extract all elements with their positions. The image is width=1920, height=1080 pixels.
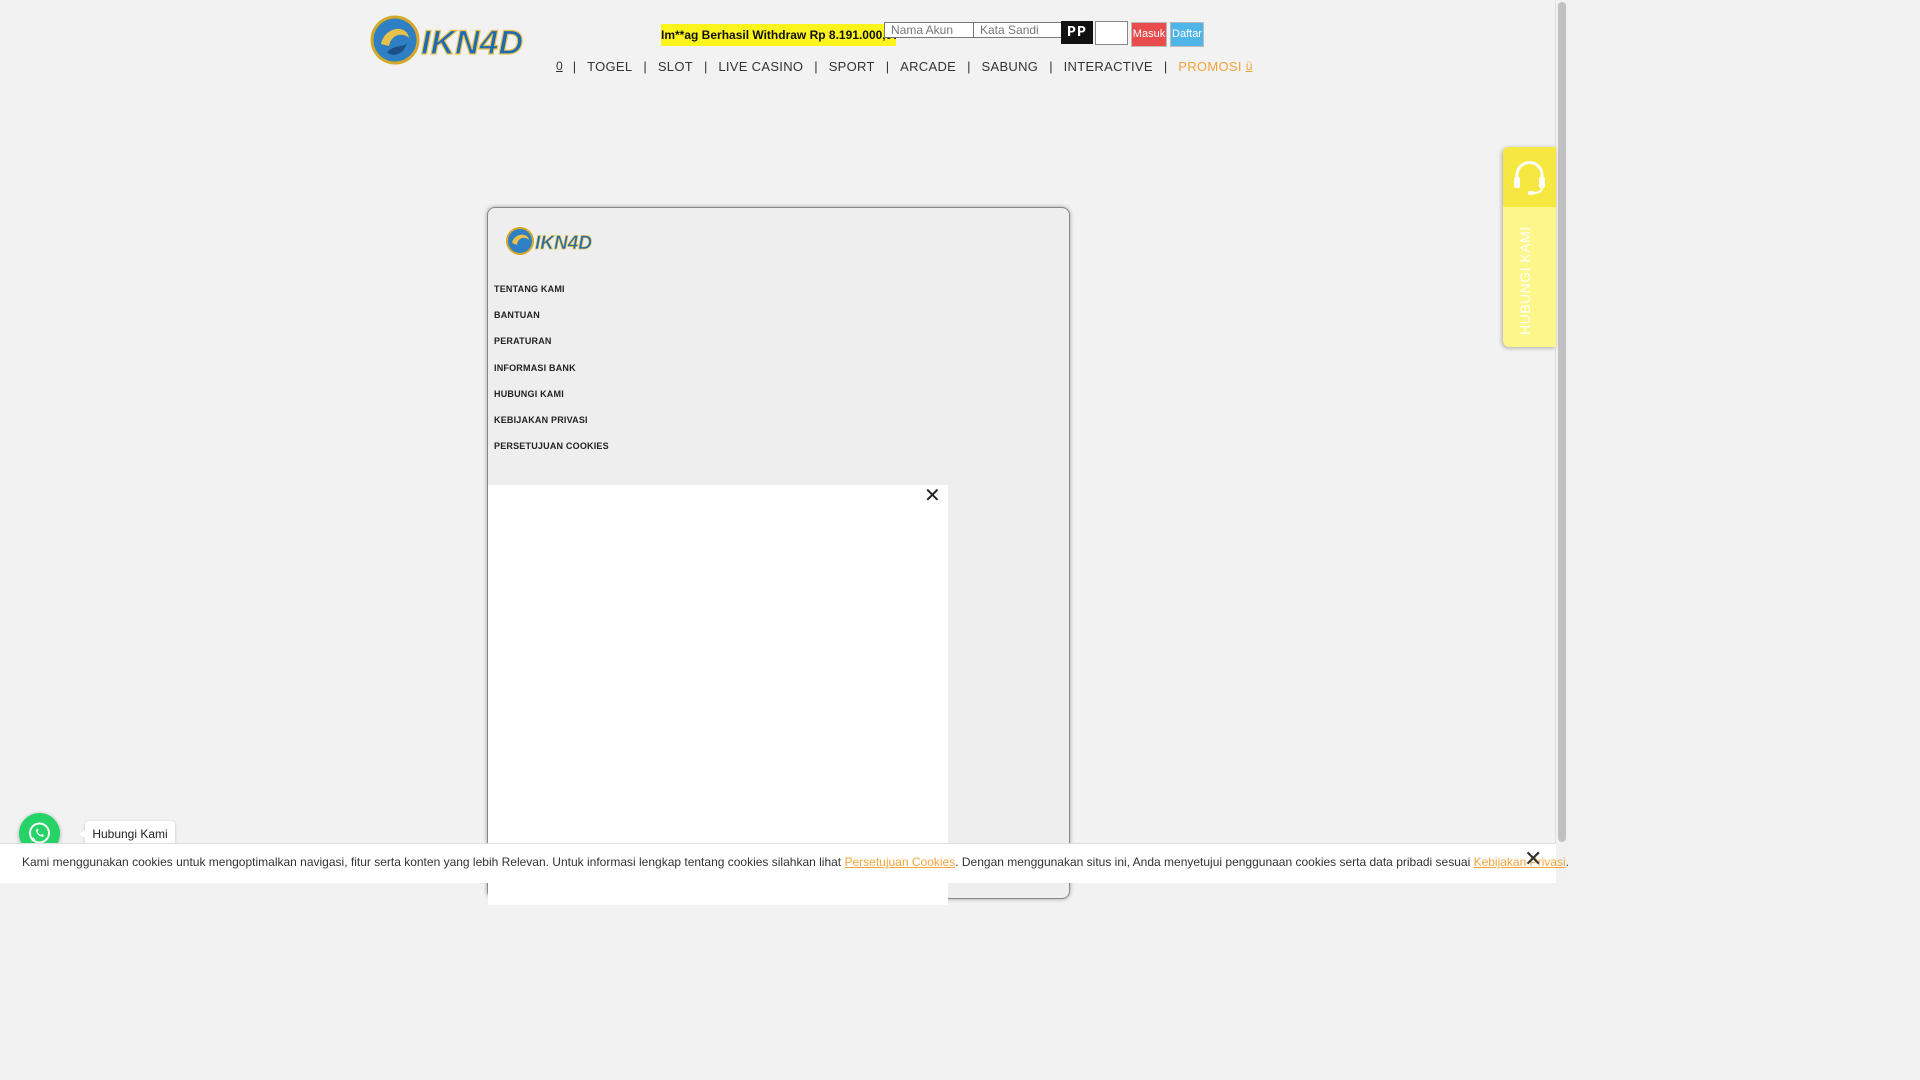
nav-item-arcade[interactable]: ARCADE [889, 59, 967, 74]
cookie-text: . [1565, 855, 1569, 869]
main-nav: 0 | TOGEL | SLOT | LIVE CASINO | SPORT |… [552, 56, 1252, 76]
cookie-text: Kami menggunakan cookies untuk mengoptim… [22, 855, 845, 869]
captcha-input[interactable] [1095, 21, 1128, 45]
panel-menu: TENTANG KAMI BANTUAN PERATURAN INFORMASI… [494, 282, 609, 465]
panel-logo-text: IKN4D [535, 233, 592, 254]
cookie-text: . Dengan menggunakan situs ini, Anda men… [955, 855, 1474, 869]
menu-item-informasi-bank[interactable]: INFORMASI BANK [494, 361, 609, 387]
contact-widget-header [1503, 147, 1556, 207]
cookie-close-icon[interactable]: ✕ [1524, 846, 1542, 872]
scrollbar[interactable] [1555, 0, 1568, 882]
nav-item-togel[interactable]: TOGEL [576, 59, 643, 74]
close-icon[interactable]: ✕ [924, 486, 941, 506]
scrollbar-thumb[interactable] [1558, 2, 1566, 842]
menu-item-tentang-kami[interactable]: TENTANG KAMI [494, 282, 609, 308]
menu-item-bantuan[interactable]: BANTUAN [494, 308, 609, 334]
contact-widget-label: HUBUNGI KAMI [1517, 226, 1533, 335]
nav-item-interactive[interactable]: INTERACTIVE [1053, 59, 1164, 74]
menu-item-peraturan[interactable]: PERATURAN [494, 334, 609, 360]
nav-item-slot[interactable]: SLOT [647, 59, 704, 74]
logo-text: IKN4D [421, 24, 523, 62]
site-logo[interactable]: IKN4D [369, 14, 544, 66]
headset-icon [1514, 161, 1545, 195]
captcha-image: PP [1061, 21, 1093, 44]
login-button[interactable]: Masuk [1131, 22, 1167, 47]
cookie-message: Kami menggunakan cookies untuk mengoptim… [22, 855, 1569, 869]
nav-item-promosi[interactable]: PROMOSI [1167, 59, 1246, 74]
promo-icon[interactable]: ü [1246, 59, 1253, 73]
cookie-bar: Kami menggunakan cookies untuk mengoptim… [0, 843, 1569, 883]
cookie-consent-link[interactable]: Persetujuan Cookies [844, 855, 955, 869]
menu-item-persetujuan-cookies[interactable]: PERSETUJUAN COOKIES [494, 439, 609, 465]
withdraw-ticker: Im**ag Berhasil Withdraw Rp 8.191.000,00 [661, 24, 896, 46]
register-button[interactable]: Daftar [1170, 22, 1204, 47]
menu-item-kebijakan-privasi[interactable]: KEBIJAKAN PRIVASI [494, 413, 609, 439]
content-frame [488, 485, 948, 905]
privacy-policy-link[interactable]: Kebijakan Privasi [1474, 855, 1566, 869]
home-icon[interactable]: 0 [552, 59, 573, 73]
password-input[interactable] [973, 22, 1062, 38]
username-input[interactable] [884, 22, 974, 38]
nav-item-sabung[interactable]: SABUNG [971, 59, 1050, 74]
info-panel: IKN4D TENTANG KAMI BANTUAN PERATURAN INF… [487, 207, 1070, 905]
panel-logo: IKN4D [506, 227, 593, 255]
nav-item-sport[interactable]: SPORT [818, 59, 886, 74]
menu-item-hubungi-kami[interactable]: HUBUNGI KAMI [494, 387, 609, 413]
contact-widget[interactable]: HUBUNGI KAMI [1503, 147, 1556, 347]
nav-item-live-casino[interactable]: LIVE CASINO [707, 59, 814, 74]
